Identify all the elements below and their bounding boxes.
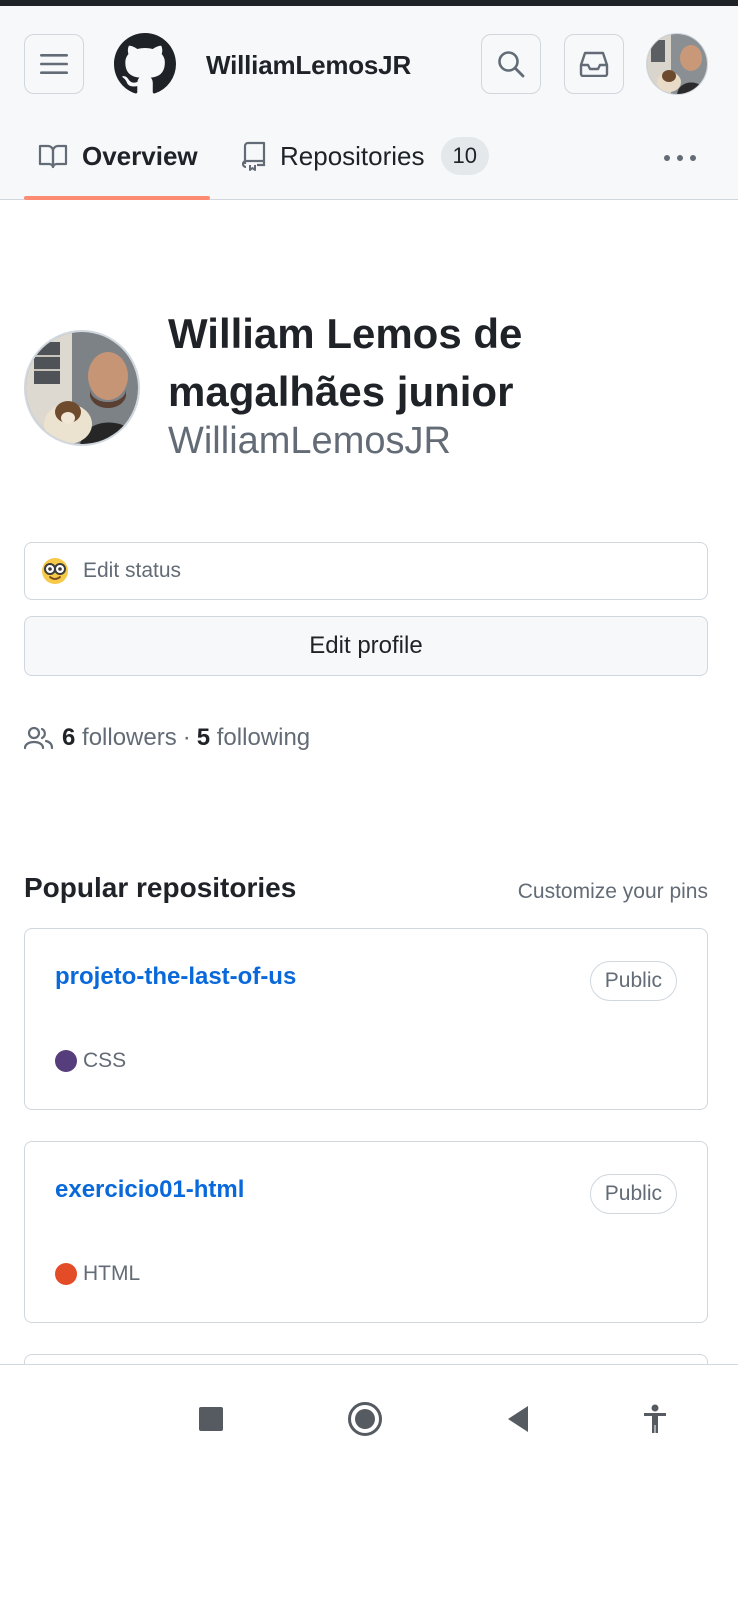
followers-link[interactable]: 6 followers	[62, 724, 177, 752]
search-button[interactable]	[481, 34, 541, 94]
people-icon	[24, 726, 54, 750]
repo-card: exercicio01-html Public HTML	[24, 1141, 708, 1323]
profile-full-name: William Lemos de magalhães junior	[168, 310, 523, 415]
repo-language-label: HTML	[83, 1262, 141, 1285]
tab-repositories-label: Repositories	[280, 140, 425, 171]
language-color-dot	[55, 1050, 77, 1072]
github-logo-icon[interactable]	[114, 33, 176, 95]
repo-language: CSS	[55, 1049, 126, 1073]
back-icon	[508, 1406, 528, 1432]
visibility-badge: Public	[589, 1174, 677, 1214]
follow-stats: 6 followers · 5 following	[24, 724, 310, 752]
edit-profile-label: Edit profile	[309, 632, 423, 659]
search-icon	[498, 51, 525, 78]
tab-overview[interactable]: Overview	[38, 136, 198, 176]
edit-profile-button[interactable]: Edit profile	[24, 616, 708, 676]
active-tab-indicator	[24, 196, 210, 200]
home-icon	[348, 1402, 382, 1436]
profile-login: WilliamLemosJR	[168, 420, 451, 462]
repo-language: HTML	[55, 1262, 140, 1286]
language-color-dot	[55, 1263, 77, 1285]
follow-separator: ·	[182, 724, 191, 751]
tab-overview-label: Overview	[82, 140, 198, 171]
inbox-icon	[579, 51, 609, 77]
more-tabs-button[interactable]	[660, 138, 700, 178]
inbox-button[interactable]	[564, 34, 624, 94]
profile-tabs: Overview Repositories 10	[0, 126, 738, 200]
kebab-horizontal-icon	[664, 155, 696, 161]
stop-icon	[199, 1407, 223, 1431]
profile-avatar[interactable]	[24, 330, 140, 446]
repo-name-link[interactable]: exercicio01-html	[55, 1176, 244, 1204]
repo-icon	[242, 141, 266, 171]
followers-count: 6	[62, 724, 76, 751]
following-link[interactable]: 5 following	[197, 724, 310, 752]
repo-card: projeto-the-last-of-us Public CSS	[24, 928, 708, 1110]
book-icon	[38, 143, 68, 169]
edit-status-button[interactable]: Edit status	[24, 542, 708, 600]
repo-name-link[interactable]: projeto-the-last-of-us	[55, 963, 296, 991]
menu-button[interactable]	[24, 34, 84, 94]
visibility-badge: Public	[589, 961, 677, 1001]
tab-repositories[interactable]: Repositories 10	[242, 136, 489, 176]
nerd-face-emoji-icon	[42, 558, 68, 584]
header-username[interactable]: WilliamLemosJR	[206, 50, 411, 81]
following-label: following	[216, 724, 311, 751]
repositories-count-badge: 10	[440, 137, 489, 175]
hamburger-icon	[40, 54, 68, 74]
android-navigation-bar	[0, 1364, 738, 1600]
popular-repositories-title: Popular repositories	[24, 872, 297, 903]
home-button[interactable]	[337, 1391, 393, 1447]
top-header: WilliamLemosJR Overview Repositories 10	[0, 6, 738, 200]
user-avatar[interactable]	[646, 33, 708, 95]
accessibility-icon	[644, 1404, 666, 1433]
customize-pins-link[interactable]: Customize your pins	[518, 880, 708, 904]
recent-apps-button[interactable]	[183, 1391, 239, 1447]
following-count: 5	[196, 724, 211, 751]
followers-label: followers	[82, 724, 177, 751]
back-button[interactable]	[490, 1391, 546, 1447]
repo-language-label: CSS	[83, 1049, 127, 1072]
accessibility-button[interactable]	[627, 1391, 683, 1447]
edit-status-label: Edit status	[83, 559, 182, 582]
